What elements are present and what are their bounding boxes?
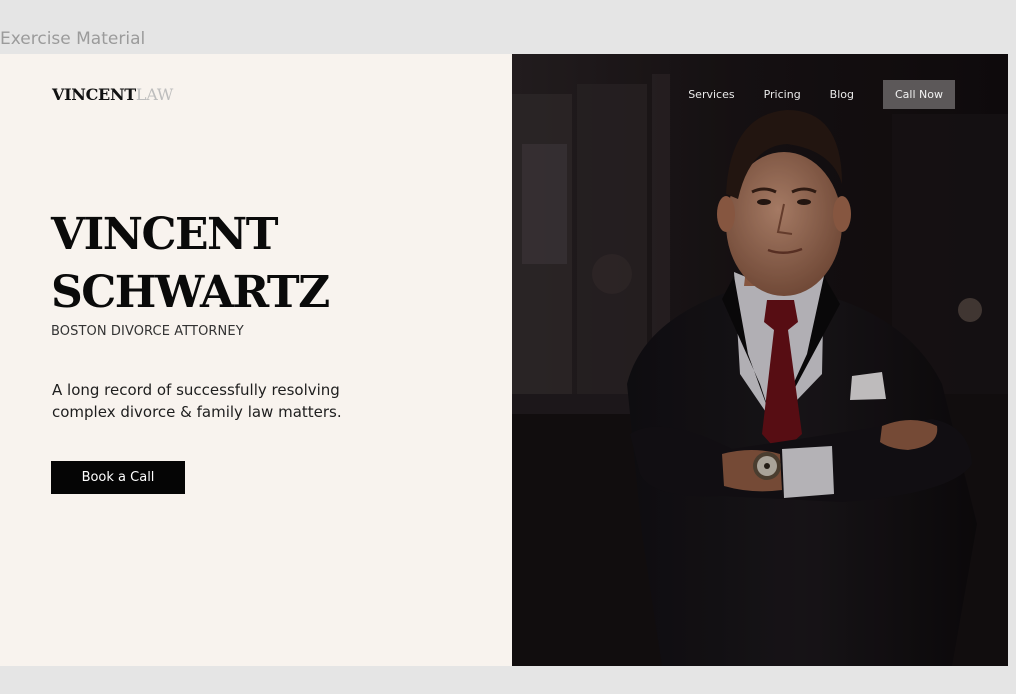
logo-text-bold: VINCENT <box>52 85 136 104</box>
frame-label: Exercise Material <box>0 29 146 49</box>
hero-name-line-2: SCHWARTZ <box>51 267 330 318</box>
logo-text-light: LAW <box>135 85 173 104</box>
book-a-call-button[interactable]: Book a Call <box>51 461 185 494</box>
hero-description: A long record of successfully resolving … <box>52 381 342 421</box>
nav-item-blog[interactable]: Blog <box>830 88 854 101</box>
hero-name: VINCENT SCHWARTZ <box>51 206 330 322</box>
hero-left-panel: VINCENTLAW VINCENT SCHWARTZ BOSTON DIVOR… <box>0 54 512 666</box>
landing-page-frame: VINCENTLAW VINCENT SCHWARTZ BOSTON DIVOR… <box>0 54 1008 666</box>
hero-right-panel: Services Pricing Blog Call Now <box>512 54 1008 666</box>
attorney-portrait-photo <box>512 54 1008 666</box>
call-now-button[interactable]: Call Now <box>883 80 955 109</box>
hero-subtitle: BOSTON DIVORCE ATTORNEY <box>51 324 244 339</box>
nav-item-services[interactable]: Services <box>688 88 734 101</box>
top-navigation: Services Pricing Blog Call Now <box>688 80 955 109</box>
nav-item-pricing[interactable]: Pricing <box>764 88 801 101</box>
site-logo[interactable]: VINCENTLAW <box>52 85 173 104</box>
hero-name-line-1: VINCENT <box>51 209 278 260</box>
